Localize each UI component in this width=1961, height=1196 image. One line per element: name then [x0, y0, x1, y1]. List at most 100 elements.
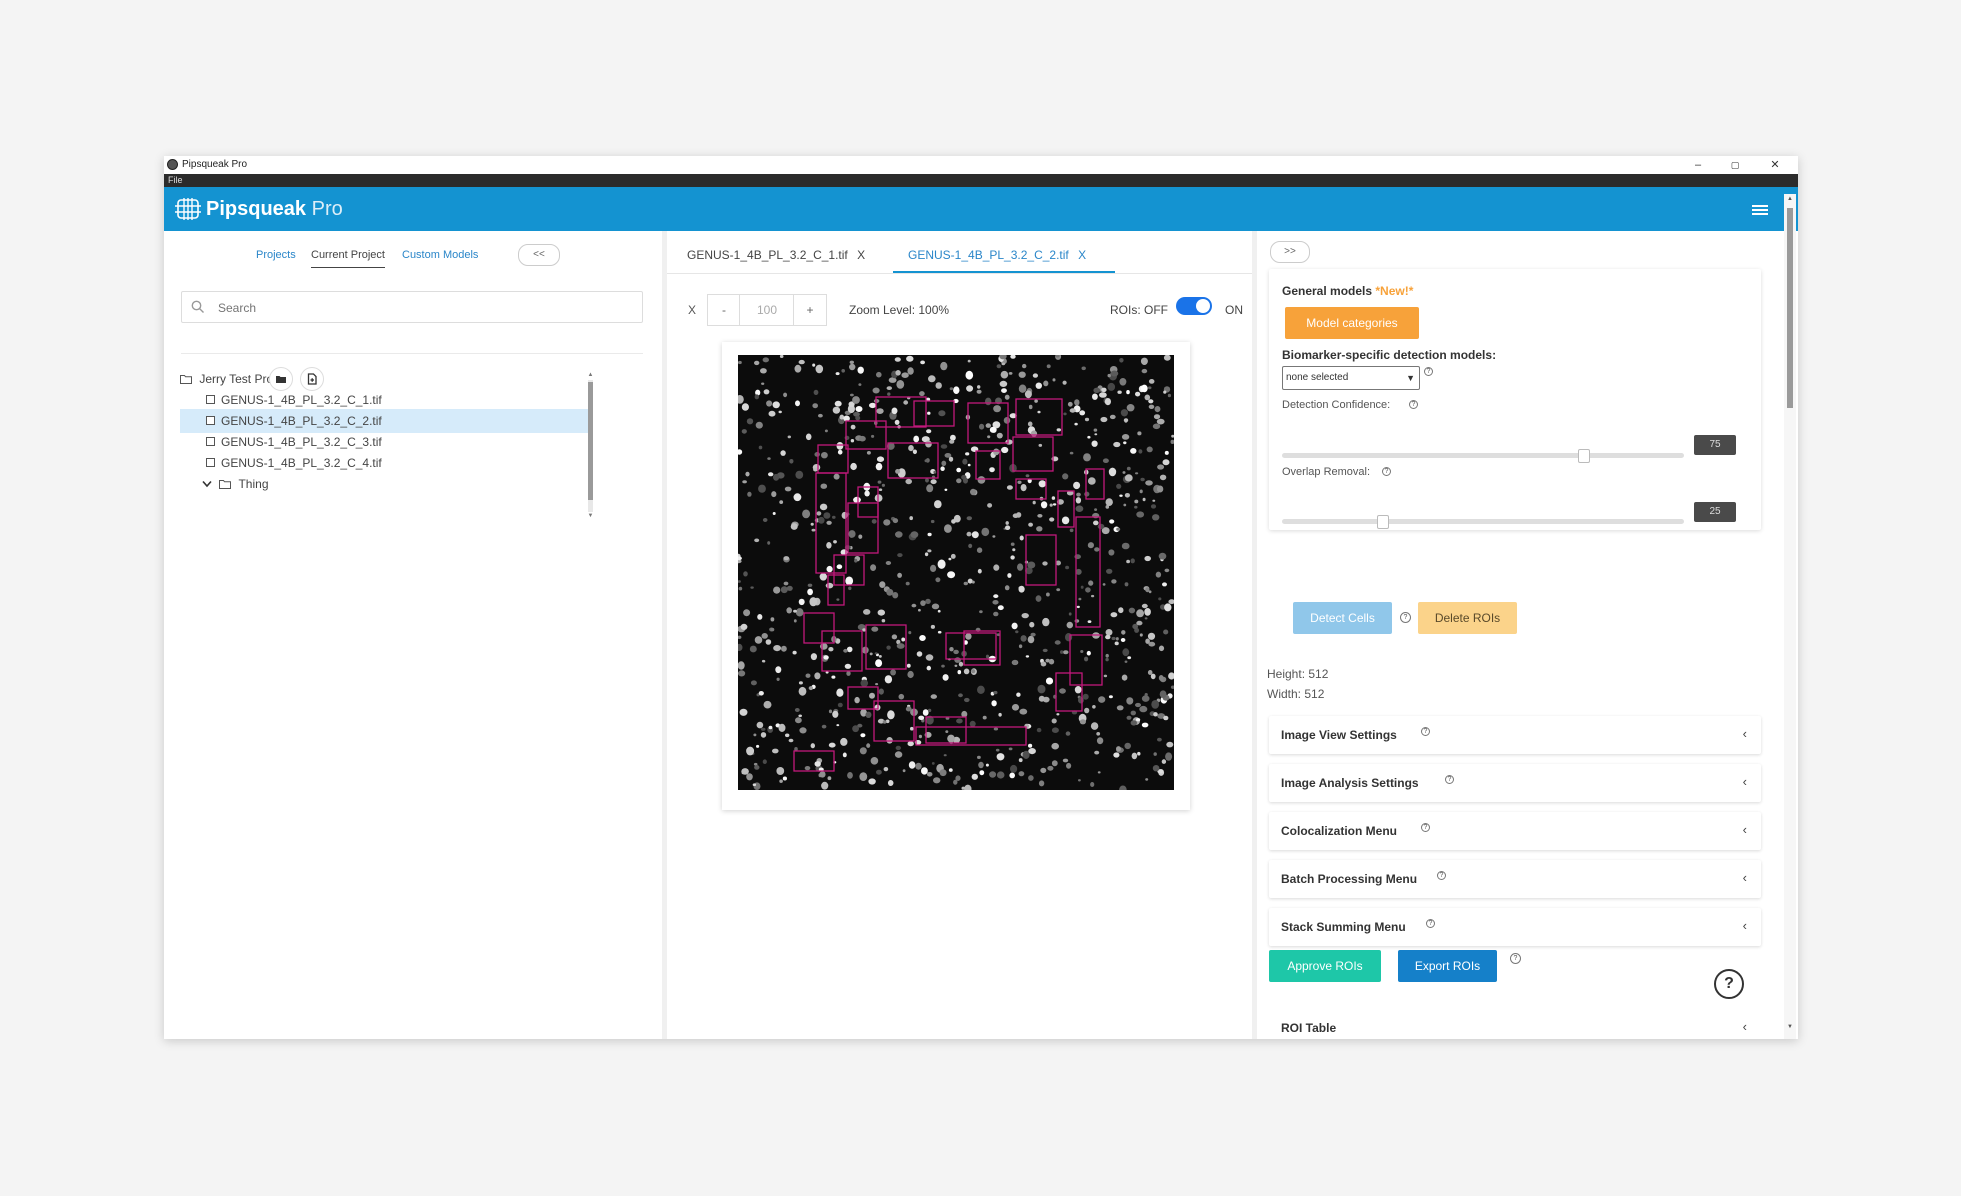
help-button[interactable]: ?: [1714, 969, 1744, 999]
file-tab-close[interactable]: X: [857, 248, 865, 262]
cell-dot: [1139, 633, 1143, 637]
cell-dot: [1108, 549, 1115, 556]
tab-projects[interactable]: Projects: [256, 249, 296, 261]
file-checkbox[interactable]: [206, 416, 215, 426]
help-icon[interactable]: ?: [1382, 467, 1391, 476]
cell-dot: [1158, 552, 1167, 560]
cell-dot: [1016, 512, 1022, 518]
file-tab-2[interactable]: GENUS-1_4B_PL_3.2_C_2.tif X: [908, 248, 1086, 262]
accordion-image-view-settings[interactable]: Image View Settings ? ‹: [1269, 716, 1761, 754]
cell-dot: [855, 406, 863, 412]
help-icon[interactable]: ?: [1445, 775, 1454, 784]
roi-box[interactable]: [803, 612, 835, 644]
file-checkbox[interactable]: [206, 437, 215, 447]
cell-dot: [755, 421, 763, 429]
help-icon[interactable]: ?: [1409, 400, 1418, 409]
cell-dot: [1097, 771, 1101, 774]
zoom-input[interactable]: [739, 294, 795, 326]
help-icon[interactable]: ?: [1400, 612, 1411, 623]
search-input[interactable]: [216, 298, 620, 318]
cell-dot: [844, 663, 852, 669]
tree-scrollbar[interactable]: ▲ ▼: [586, 372, 595, 520]
detection-confidence-slider[interactable]: [1282, 453, 1684, 458]
approve-rois-button[interactable]: Approve ROIs: [1269, 950, 1381, 982]
cell-dot: [863, 609, 871, 615]
file-tab-close[interactable]: X: [1078, 248, 1086, 262]
file-checkbox[interactable]: [206, 395, 215, 405]
menu-file[interactable]: File: [168, 175, 183, 185]
tab-custom-models[interactable]: Custom Models: [402, 249, 478, 261]
help-icon[interactable]: ?: [1421, 727, 1430, 736]
detect-cells-button[interactable]: Detect Cells: [1293, 602, 1392, 634]
cell-dot: [1153, 752, 1157, 756]
file-tab-1[interactable]: GENUS-1_4B_PL_3.2_C_1.tif X: [687, 248, 865, 262]
cell-dot: [908, 761, 916, 769]
roi-box[interactable]: [847, 502, 879, 554]
cell-dot: [935, 577, 941, 583]
overlap-removal-slider[interactable]: [1282, 519, 1684, 524]
overlap-removal-thumb[interactable]: [1376, 515, 1389, 529]
scroll-thumb[interactable]: [588, 382, 593, 500]
accordion-stack-summing-menu[interactable]: Stack Summing Menu ? ‹: [1269, 908, 1761, 946]
cell-dot: [1001, 362, 1006, 366]
detection-confidence-thumb[interactable]: [1577, 449, 1590, 463]
expand-right-button[interactable]: >>: [1270, 241, 1310, 263]
close-button[interactable]: ✕: [1765, 156, 1785, 174]
cell-dot: [877, 609, 885, 616]
rois-toggle[interactable]: [1176, 297, 1212, 315]
chevron-down-icon[interactable]: [202, 480, 212, 488]
file-checkbox[interactable]: [206, 458, 215, 468]
help-icon[interactable]: ?: [1437, 871, 1446, 880]
cell-dot: [866, 743, 871, 748]
roi-box[interactable]: [821, 630, 863, 672]
cell-dot: [963, 581, 968, 586]
microscopy-image[interactable]: [738, 355, 1174, 790]
accordion-colocalization-menu[interactable]: Colocalization Menu ? ‹: [1269, 812, 1761, 850]
scroll-up-icon[interactable]: ▲: [1784, 196, 1796, 202]
minimize-button[interactable]: –: [1688, 156, 1708, 174]
cell-dot: [861, 646, 869, 654]
cell-dot: [1130, 448, 1137, 454]
scroll-up-icon[interactable]: ▲: [586, 372, 595, 379]
delete-rois-button[interactable]: Delete ROIs: [1418, 602, 1517, 634]
hamburger-menu-icon[interactable]: [1752, 205, 1768, 215]
right-scrollbar[interactable]: ▲ ▼: [1784, 194, 1796, 1039]
cell-dot: [1092, 393, 1098, 400]
help-icon[interactable]: ?: [1510, 953, 1521, 964]
model-categories-button[interactable]: Model categories: [1285, 307, 1419, 339]
tab-current-project[interactable]: Current Project: [311, 249, 385, 268]
cell-dot: [1158, 675, 1164, 681]
scroll-down-icon[interactable]: ▼: [586, 513, 595, 520]
accordion-roi-table[interactable]: ROI Table ‹: [1269, 1011, 1761, 1039]
zoom-in-button[interactable]: +: [793, 294, 827, 326]
help-icon[interactable]: ?: [1424, 367, 1433, 376]
roi-box[interactable]: [1015, 398, 1063, 436]
maximize-button[interactable]: ▢: [1725, 156, 1745, 174]
scroll-thumb[interactable]: [1787, 208, 1793, 408]
zoom-reset-button[interactable]: X: [688, 303, 696, 317]
roi-box[interactable]: [793, 750, 835, 772]
folder-open-icon: [276, 376, 286, 383]
roi-box[interactable]: [913, 400, 955, 427]
cell-dot: [1153, 414, 1161, 420]
scroll-down-icon[interactable]: ▼: [1784, 1024, 1796, 1030]
cell-dot: [1121, 542, 1130, 550]
cell-dot: [989, 771, 997, 778]
roi-box[interactable]: [817, 444, 849, 474]
export-rois-button[interactable]: Export ROIs: [1398, 950, 1497, 982]
roi-box[interactable]: [827, 574, 845, 606]
cell-dot: [754, 765, 760, 770]
cell-dot: [931, 603, 940, 610]
model-select[interactable]: none selected ▼: [1282, 366, 1420, 390]
tree-folder-row[interactable]: Thing: [180, 472, 590, 496]
collapse-left-button[interactable]: <<: [518, 244, 560, 266]
roi-box[interactable]: [1025, 534, 1057, 586]
zoom-out-button[interactable]: -: [707, 294, 741, 326]
roi-box[interactable]: [1012, 436, 1054, 472]
help-icon[interactable]: ?: [1421, 823, 1430, 832]
accordion-image-analysis-settings[interactable]: Image Analysis Settings ? ‹: [1269, 764, 1761, 802]
help-icon[interactable]: ?: [1426, 919, 1435, 928]
cell-dot: [1171, 434, 1174, 438]
accordion-batch-processing-menu[interactable]: Batch Processing Menu ? ‹: [1269, 860, 1761, 898]
roi-box[interactable]: [915, 726, 1027, 746]
